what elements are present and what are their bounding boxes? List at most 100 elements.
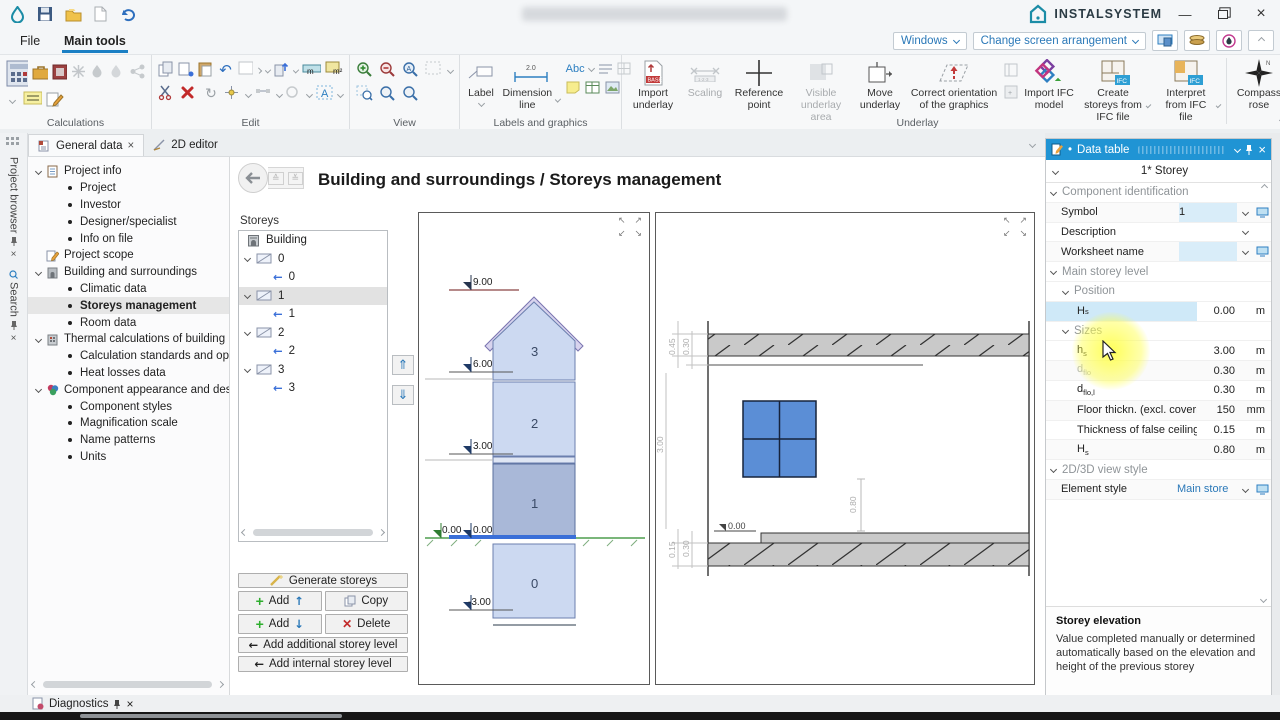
elevation-view-panel[interactable]: ↖ ↗↙ ↘ 3 2 1 0 bbox=[418, 212, 650, 685]
paste-icon[interactable] bbox=[198, 61, 214, 80]
zoom-selection-icon[interactable] bbox=[356, 85, 375, 104]
image-icon[interactable] bbox=[605, 81, 620, 94]
add-storey-above-button[interactable]: +Add↑ bbox=[238, 591, 322, 611]
calculations-more-chevron[interactable] bbox=[9, 96, 16, 103]
new-file-icon[interactable] bbox=[94, 6, 107, 22]
tree-item-project-scope[interactable]: Project scope bbox=[28, 247, 229, 264]
import-ifc-model-button[interactable]: Import IFC model bbox=[1022, 58, 1076, 113]
expand-view-icons[interactable]: ↖ ↗↙ ↘ bbox=[618, 215, 645, 240]
view-dropdown[interactable] bbox=[447, 66, 454, 73]
hs-sill-value[interactable]: 0.80 bbox=[1197, 444, 1237, 456]
section-component-identification[interactable]: Component identification bbox=[1046, 183, 1271, 203]
measure-length-icon[interactable]: m bbox=[302, 61, 320, 80]
edit-dropdown-4[interactable] bbox=[276, 91, 283, 98]
element-style-value[interactable]: Main store bbox=[1177, 483, 1237, 495]
panel-dropdown-chevron[interactable] bbox=[1234, 146, 1241, 153]
edit-dropdown-6[interactable] bbox=[337, 91, 344, 98]
diagnostics-tab[interactable]: Diagnostics × bbox=[0, 697, 133, 711]
highlight-results-icon[interactable] bbox=[23, 91, 42, 110]
storey-node-1[interactable]: 1 bbox=[239, 287, 387, 306]
collapse-menu-button[interactable] bbox=[1248, 30, 1274, 51]
tree-item-name-patterns[interactable]: Name patterns bbox=[28, 432, 229, 449]
tree-item-storeys-management[interactable]: Storeys management bbox=[28, 297, 229, 314]
menu-file[interactable]: File bbox=[14, 32, 46, 50]
cut-icon[interactable] bbox=[158, 85, 176, 104]
zoom-in-icon[interactable] bbox=[356, 61, 375, 80]
storey-level-1[interactable]: ←1 bbox=[239, 305, 387, 324]
abc-annotation-button[interactable]: Abc bbox=[566, 63, 585, 75]
tree-item-climatic-data[interactable]: Climatic data bbox=[28, 281, 229, 298]
add-additional-storey-level-button[interactable]: ←Add additional storey level bbox=[238, 637, 408, 653]
tabstrip-overflow-chevron[interactable] bbox=[1029, 141, 1036, 148]
back-button[interactable] bbox=[238, 163, 268, 193]
archive-safe-icon[interactable] bbox=[52, 64, 68, 83]
zoom-window-icon[interactable] bbox=[402, 85, 421, 104]
copy-icon[interactable] bbox=[158, 61, 174, 80]
rotate-icon[interactable]: ↻ bbox=[202, 85, 220, 104]
false-ceiling-value[interactable]: 0.15 bbox=[1197, 424, 1237, 436]
edit-dropdown-1[interactable] bbox=[265, 67, 272, 74]
hs-position-value[interactable]: 0.00 bbox=[1197, 305, 1237, 317]
edit-dropdown-3[interactable] bbox=[245, 91, 252, 98]
nav-down-button[interactable]: ≚ bbox=[288, 172, 304, 185]
monitor-link-icon[interactable] bbox=[1256, 207, 1269, 218]
monitor-link-icon[interactable] bbox=[1256, 246, 1269, 257]
maximize-button[interactable] bbox=[1204, 0, 1242, 28]
scroll-down-arrow[interactable] bbox=[1260, 596, 1267, 603]
tree-item-units[interactable]: Units bbox=[28, 449, 229, 466]
data-table-icon[interactable] bbox=[585, 81, 600, 94]
storeys-tree-scrollbar[interactable] bbox=[242, 526, 384, 538]
tree-item-project-info[interactable]: Project info bbox=[28, 163, 229, 180]
add-storey-below-button[interactable]: +Add↓ bbox=[238, 614, 322, 634]
tree-item-heat-losses[interactable]: Heat losses data bbox=[28, 365, 229, 382]
tree-item-project[interactable]: Project bbox=[28, 180, 229, 197]
section-main-storey-level[interactable]: Main storey level bbox=[1046, 262, 1271, 282]
subsection-sizes[interactable]: Sizes bbox=[1046, 322, 1271, 342]
close-diagnostics-icon[interactable]: × bbox=[126, 697, 133, 711]
open-folder-icon[interactable] bbox=[65, 7, 82, 22]
tree-item-building-surroundings[interactable]: Building and surroundings bbox=[28, 264, 229, 281]
edit-dropdown-2[interactable] bbox=[293, 67, 300, 74]
measure-area-icon[interactable]: m² bbox=[325, 61, 343, 80]
symbol-dropdown-chevron[interactable] bbox=[1241, 209, 1248, 216]
monitor-layout-button[interactable] bbox=[1152, 30, 1178, 51]
symbol-value[interactable]: 1 bbox=[1179, 203, 1237, 222]
save-icon[interactable] bbox=[37, 6, 53, 22]
floor-thickness-value[interactable]: 150 bbox=[1197, 404, 1237, 416]
expand-view-icons[interactable]: ↖ ↗↙ ↘ bbox=[1003, 215, 1030, 240]
section-view-panel[interactable]: ↖ ↗↙ ↘ 0.80 bbox=[655, 212, 1035, 685]
menu-main-tools[interactable]: Main tools bbox=[58, 32, 132, 50]
undo-icon[interactable] bbox=[119, 7, 136, 22]
nav-up-button[interactable]: ≙ bbox=[268, 172, 284, 185]
pin-icon[interactable] bbox=[1245, 144, 1253, 155]
pin-icon[interactable] bbox=[10, 236, 18, 246]
tree-item-room-data[interactable]: Room data bbox=[28, 314, 229, 331]
close-panel-icon[interactable]: × bbox=[1258, 142, 1266, 157]
storey-level-0[interactable]: ←0 bbox=[239, 268, 387, 287]
move-storey-up-button[interactable]: ⇑ bbox=[392, 355, 414, 375]
storey-node-2[interactable]: 2 bbox=[239, 324, 387, 343]
correct-orientation-button[interactable]: Correct orientation of the graphics bbox=[908, 58, 1000, 113]
worksheet-dropdown-chevron[interactable] bbox=[1241, 248, 1248, 255]
tree-item-magnification-scale[interactable]: Magnification scale bbox=[28, 415, 229, 432]
copy-storey-button[interactable]: Copy bbox=[325, 591, 409, 611]
close-button[interactable]: × bbox=[1242, 0, 1280, 28]
storey-tree-root-building[interactable]: Building bbox=[239, 231, 387, 250]
dflo-l-value[interactable]: 0.30 bbox=[1197, 384, 1237, 396]
screen-arrangement-dropdown[interactable]: Change screen arrangement bbox=[973, 32, 1146, 50]
tree-item-component-appearance[interactable]: Component appearance and descrip bbox=[28, 381, 229, 398]
dimension-line-button[interactable]: 2.0 Dimension line bbox=[500, 58, 562, 113]
zoom-previous-icon[interactable] bbox=[379, 85, 398, 104]
create-storeys-from-ifc-button[interactable]: IFC Create storeys from IFC file bbox=[1080, 58, 1152, 124]
tree-item-designer[interactable]: Designer/specialist bbox=[28, 213, 229, 230]
theme-drop-button[interactable] bbox=[1216, 30, 1242, 51]
subsection-position[interactable]: Position bbox=[1046, 282, 1271, 302]
zoom-out-icon[interactable] bbox=[379, 61, 398, 80]
delete-storey-button[interactable]: ✕Delete bbox=[325, 614, 409, 634]
sidebar-horizontal-scrollbar[interactable] bbox=[32, 678, 223, 691]
tab-general-data[interactable]: General data × bbox=[28, 134, 144, 156]
pin-icon[interactable] bbox=[10, 320, 18, 330]
move-node-icon[interactable] bbox=[224, 85, 242, 104]
note-icon[interactable] bbox=[566, 81, 580, 94]
move-storey-down-button[interactable]: ⇓ bbox=[392, 385, 414, 405]
